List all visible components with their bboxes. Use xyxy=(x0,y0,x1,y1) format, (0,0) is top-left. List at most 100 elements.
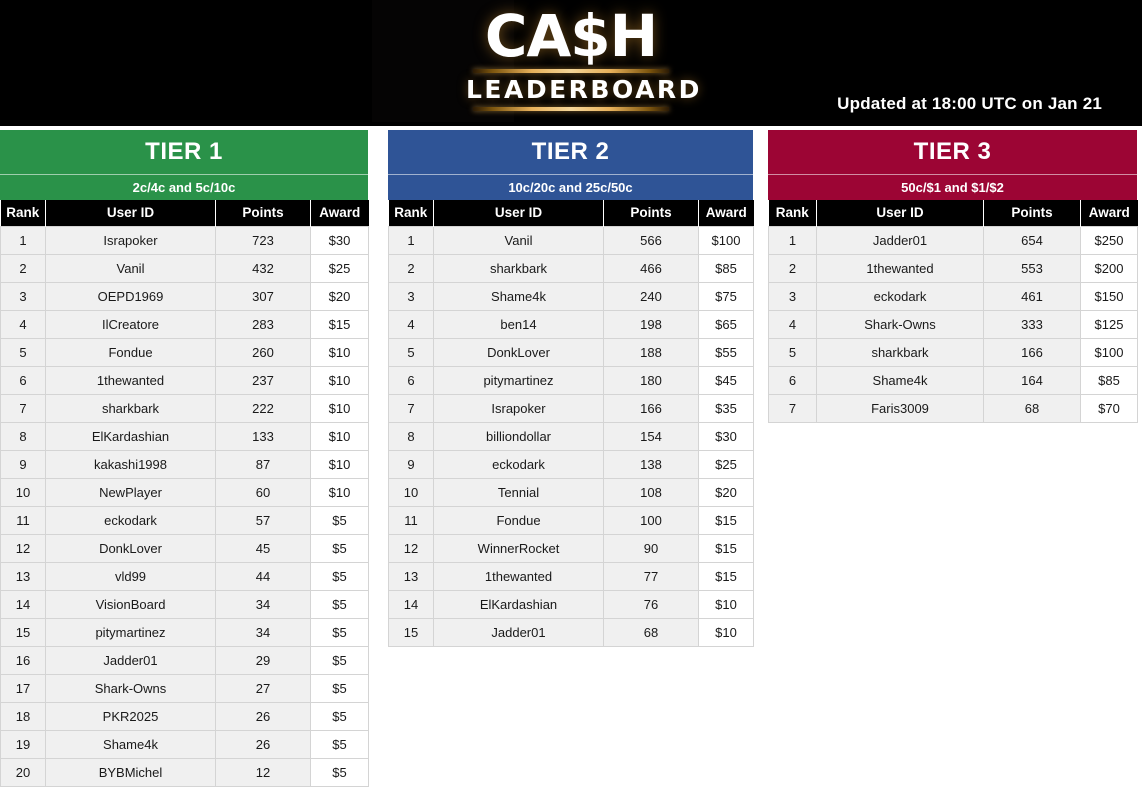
logo-rule-bottom xyxy=(473,107,669,111)
cell-award: $5 xyxy=(310,589,369,619)
cell-rank: 5 xyxy=(388,337,434,367)
tier-1-rows: 1 Israpoker 723 $30 2 Vanil 432 $25 3 OEPD1969 307… xyxy=(0,225,369,787)
cell-rank: 12 xyxy=(388,533,434,563)
cell-award: $10 xyxy=(698,589,754,619)
cell-userid: WinnerRocket xyxy=(433,533,604,563)
cell-points: 12 xyxy=(215,757,311,787)
table-row: 4 IlCreatore 283 $15 xyxy=(0,309,369,339)
cell-userid: sharkbark xyxy=(45,393,216,423)
cell-award: $5 xyxy=(310,729,369,759)
cell-award: $10 xyxy=(310,337,369,367)
tier-3-panel: TIER 3 50c/$1 and $1/$2 Rank User ID Poi… xyxy=(768,130,1138,423)
cell-rank: 3 xyxy=(768,281,817,311)
cell-award: $5 xyxy=(310,505,369,535)
cell-points: 188 xyxy=(603,337,699,367)
cell-points: 44 xyxy=(215,561,311,591)
cell-rank: 3 xyxy=(0,281,46,311)
cell-userid: Tennial xyxy=(433,477,604,507)
cell-rank: 8 xyxy=(0,421,46,451)
table-row: 11 Fondue 100 $15 xyxy=(388,505,754,535)
cell-rank: 15 xyxy=(388,617,434,647)
tier-2-title: TIER 2 xyxy=(388,130,753,174)
cell-points: 26 xyxy=(215,729,311,759)
cell-userid: Vanil xyxy=(433,225,604,255)
cell-userid: 1thewanted xyxy=(45,365,216,395)
cell-award: $100 xyxy=(698,225,754,255)
tier-1-table: Rank User ID Points Award 1 Israpoker 723 $… xyxy=(0,200,369,787)
cell-userid: Shame4k xyxy=(45,729,216,759)
cell-rank: 11 xyxy=(0,505,46,535)
cell-rank: 5 xyxy=(0,337,46,367)
cell-award: $15 xyxy=(698,533,754,563)
column-header-award: Award xyxy=(698,200,754,226)
table-row: 9 kakashi1998 87 $10 xyxy=(0,449,369,479)
cell-userid: pitymartinez xyxy=(45,617,216,647)
column-header-points: Points xyxy=(983,200,1081,226)
cell-rank: 16 xyxy=(0,645,46,675)
cell-userid: pitymartinez xyxy=(433,365,604,395)
cell-rank: 2 xyxy=(0,253,46,283)
cell-userid: Shame4k xyxy=(816,365,984,395)
cell-rank: 5 xyxy=(768,337,817,367)
cell-rank: 2 xyxy=(388,253,434,283)
cell-rank: 7 xyxy=(768,393,817,423)
cell-rank: 12 xyxy=(0,533,46,563)
cell-points: 283 xyxy=(215,309,311,339)
table-row: 5 Fondue 260 $10 xyxy=(0,337,369,367)
cell-userid: 1thewanted xyxy=(816,253,984,283)
cell-points: 133 xyxy=(215,421,311,451)
cell-points: 166 xyxy=(983,337,1081,367)
cell-userid: PKR2025 xyxy=(45,701,216,731)
table-row: 6 Shame4k 164 $85 xyxy=(768,365,1138,395)
table-row: 8 billiondollar 154 $30 xyxy=(388,421,754,451)
table-row: 4 ben14 198 $65 xyxy=(388,309,754,339)
cell-points: 333 xyxy=(983,309,1081,339)
cell-points: 553 xyxy=(983,253,1081,283)
cell-points: 154 xyxy=(603,421,699,451)
cell-points: 723 xyxy=(215,225,311,255)
cell-rank: 6 xyxy=(0,365,46,395)
cell-award: $10 xyxy=(310,449,369,479)
cell-rank: 9 xyxy=(0,449,46,479)
cell-award: $250 xyxy=(1080,225,1138,255)
cell-userid: vld99 xyxy=(45,561,216,591)
cell-award: $100 xyxy=(1080,337,1138,367)
table-row: 13 1thewanted 77 $15 xyxy=(388,561,754,591)
cell-userid: Shark-Owns xyxy=(45,673,216,703)
column-header-points: Points xyxy=(215,200,311,226)
cell-award: $10 xyxy=(310,477,369,507)
cell-points: 68 xyxy=(603,617,699,647)
column-header-userid: User ID xyxy=(433,200,604,226)
cell-userid: OEPD1969 xyxy=(45,281,216,311)
cell-rank: 1 xyxy=(768,225,817,255)
cell-rank: 1 xyxy=(0,225,46,255)
cell-rank: 8 xyxy=(388,421,434,451)
cell-points: 68 xyxy=(983,393,1081,423)
cell-userid: kakashi1998 xyxy=(45,449,216,479)
tier-3-rows: 1 Jadder01 654 $250 2 1thewanted 553 $200 3 eckod… xyxy=(768,225,1138,423)
cell-award: $5 xyxy=(310,701,369,731)
cell-points: 240 xyxy=(603,281,699,311)
cell-rank: 14 xyxy=(388,589,434,619)
cell-points: 654 xyxy=(983,225,1081,255)
cell-points: 180 xyxy=(603,365,699,395)
cell-award: $20 xyxy=(310,281,369,311)
cell-award: $75 xyxy=(698,281,754,311)
column-header-userid: User ID xyxy=(816,200,984,226)
cell-userid: sharkbark xyxy=(433,253,604,283)
table-row: 7 Israpoker 166 $35 xyxy=(388,393,754,423)
cell-userid: BYBMichel xyxy=(45,757,216,787)
cell-award: $20 xyxy=(698,477,754,507)
cell-rank: 4 xyxy=(388,309,434,339)
table-row: 10 Tennial 108 $20 xyxy=(388,477,754,507)
cell-points: 164 xyxy=(983,365,1081,395)
cell-award: $5 xyxy=(310,533,369,563)
tier-2-table: Rank User ID Points Award 1 Vanil 566 $100 2… xyxy=(388,200,754,647)
cell-points: 432 xyxy=(215,253,311,283)
column-header-rank: Rank xyxy=(388,200,434,226)
table-header-row: Rank User ID Points Award xyxy=(388,200,754,226)
table-row: 3 OEPD1969 307 $20 xyxy=(0,281,369,311)
cell-userid: ElKardashian xyxy=(45,421,216,451)
cell-userid: sharkbark xyxy=(816,337,984,367)
cell-points: 45 xyxy=(215,533,311,563)
